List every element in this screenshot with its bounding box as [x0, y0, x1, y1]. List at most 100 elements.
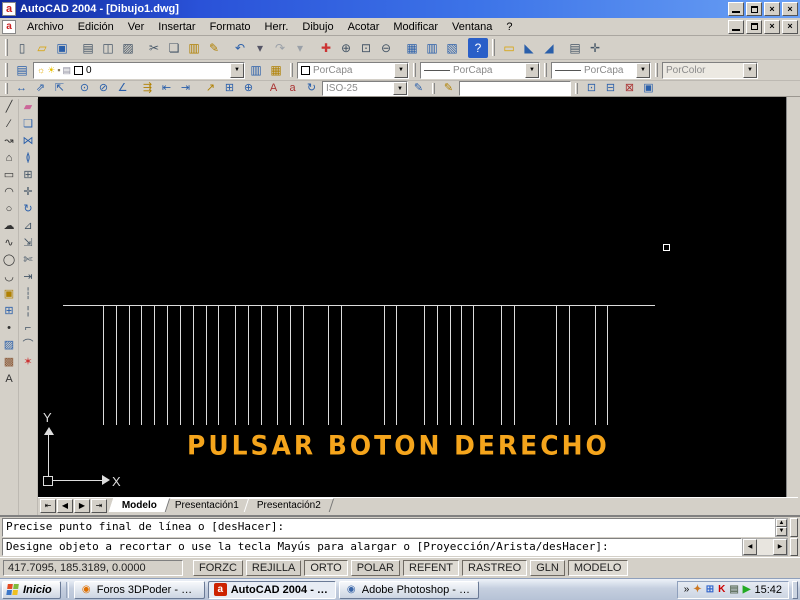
- tray-play-icon[interactable]: ▶: [743, 584, 751, 595]
- dim-radius-icon[interactable]: ⊙: [75, 81, 94, 96]
- dim-leader-icon[interactable]: ↗: [201, 81, 220, 96]
- command-hscrollbar[interactable]: ◀ ▶: [742, 537, 788, 556]
- start-button[interactable]: Inicio: [2, 580, 61, 599]
- menu-ventana[interactable]: Ventana: [445, 19, 499, 35]
- view-control-icon-1[interactable]: ⊡: [582, 81, 601, 96]
- dim-continue-icon[interactable]: ⇥: [176, 81, 195, 96]
- toggle-refent[interactable]: REFENT: [403, 560, 459, 576]
- dim-linear-icon[interactable]: ↔: [12, 81, 31, 96]
- toggle-rastreo[interactable]: RASTREO: [462, 560, 528, 576]
- menu-modificar[interactable]: Modificar: [386, 19, 445, 35]
- pan-realtime-icon[interactable]: ✚: [316, 38, 336, 58]
- tab-presentación2[interactable]: Presentación2: [243, 498, 335, 512]
- scroll-left-icon[interactable]: ◀: [743, 538, 757, 555]
- toggle-rejilla[interactable]: REJILLA: [245, 560, 302, 576]
- view-control-icon-2[interactable]: ⊟: [601, 81, 620, 96]
- menu-archivo[interactable]: Archivo: [20, 19, 71, 35]
- extend-icon[interactable]: ⇥: [19, 269, 37, 286]
- hatch-icon[interactable]: ▨: [0, 337, 18, 354]
- scale-icon[interactable]: ⊿: [19, 218, 37, 235]
- chamfer-icon[interactable]: ⌐: [19, 320, 37, 337]
- break-icon[interactable]: ¦: [19, 303, 37, 320]
- dim-angular-icon[interactable]: ∠: [113, 81, 132, 96]
- copy-clip-icon[interactable]: ❏: [164, 38, 184, 58]
- tray-printer-icon[interactable]: ▤: [729, 584, 738, 595]
- designcenter-icon[interactable]: ▥: [422, 38, 442, 58]
- document-icon[interactable]: a: [2, 19, 16, 34]
- coordinates-display[interactable]: 417.7095, 185.3189, 0.0000: [3, 560, 183, 576]
- tray-chevron-icon[interactable]: »: [684, 584, 690, 595]
- save-icon[interactable]: ▣: [52, 38, 72, 58]
- layer-plot-icon[interactable]: ▤: [63, 65, 72, 76]
- list-icon[interactable]: ▤: [565, 38, 585, 58]
- tab-modelo[interactable]: Modelo: [108, 498, 171, 512]
- layer-states-icon[interactable]: ▦: [266, 60, 286, 80]
- dim-text-edit-icon[interactable]: a: [283, 81, 302, 96]
- command-input[interactable]: Designe objeto a recortar o use la tecla…: [2, 537, 742, 556]
- mass-properties-icon[interactable]: ◢: [539, 38, 559, 58]
- revcloud-icon[interactable]: ☁: [0, 218, 18, 235]
- toolbar-grip[interactable]: [290, 62, 293, 78]
- menu-acotar[interactable]: Acotar: [341, 19, 387, 35]
- view-control-icon-4[interactable]: ▣: [639, 81, 658, 96]
- help-icon[interactable]: ?: [468, 37, 488, 58]
- undo-dropdown-icon[interactable]: ▾: [250, 38, 270, 58]
- trim-icon[interactable]: ✄: [19, 252, 37, 269]
- paste-icon[interactable]: ▥: [184, 38, 204, 58]
- dim-quick-icon[interactable]: ⇶: [138, 81, 157, 96]
- toolbar-grip[interactable]: [655, 62, 658, 78]
- tray-hand-icon[interactable]: ✦: [693, 584, 701, 595]
- menu-dibujo[interactable]: Dibujo: [295, 19, 340, 35]
- dim-aligned-icon[interactable]: ⇗: [31, 81, 50, 96]
- doc-close-button[interactable]: ×: [764, 19, 780, 34]
- area-icon[interactable]: ◣: [519, 38, 539, 58]
- dim-baseline-icon[interactable]: ⇤: [157, 81, 176, 96]
- menu-insertar[interactable]: Insertar: [151, 19, 202, 35]
- lineweight-combo[interactable]: PorCapa ▼: [551, 61, 651, 79]
- move-icon[interactable]: ✛: [19, 184, 37, 201]
- offset-icon[interactable]: ≬: [19, 150, 37, 167]
- drawing-canvas[interactable]: PULSAR BOTON DERECHO Y X: [38, 97, 786, 497]
- toolbar-grip[interactable]: [544, 62, 547, 78]
- toggle-orto[interactable]: ORTO: [304, 560, 348, 576]
- dim-diameter-icon[interactable]: ⊘: [94, 81, 113, 96]
- taskbar-edge[interactable]: [792, 580, 798, 599]
- autocad-app-icon[interactable]: a: [2, 2, 16, 16]
- polyline-icon[interactable]: ↝: [0, 133, 18, 150]
- plot-icon[interactable]: ▤: [78, 38, 98, 58]
- zoom-realtime-icon[interactable]: ⊕: [336, 38, 356, 58]
- dim-center-mark-icon[interactable]: ⊕: [239, 81, 258, 96]
- mirror-icon[interactable]: ⋈: [19, 133, 37, 150]
- locate-point-icon[interactable]: ✛: [585, 38, 605, 58]
- view-control-icon-3[interactable]: ⊠: [620, 81, 639, 96]
- polygon-icon[interactable]: ⌂: [0, 150, 18, 167]
- layer-on-icon[interactable]: ☼: [37, 65, 45, 76]
- properties-icon[interactable]: ▦: [402, 38, 422, 58]
- spline-icon[interactable]: ∿: [0, 235, 18, 252]
- dropdown-arrow-icon[interactable]: ▼: [636, 62, 650, 78]
- explode-icon[interactable]: ✶: [19, 354, 37, 371]
- toolbar-grip[interactable]: [492, 39, 495, 56]
- dim-style-combo[interactable]: ISO-25 ▼: [322, 81, 408, 96]
- menu-formato[interactable]: Formato: [203, 19, 258, 35]
- tab-nav-button-2[interactable]: ▶: [74, 499, 90, 513]
- fillet-icon[interactable]: ⌒: [19, 337, 37, 354]
- vertical-scrollbar[interactable]: [786, 97, 798, 497]
- command-history[interactable]: Precise punto final de línea o [desHacer…: [2, 518, 775, 537]
- layer-previous-icon[interactable]: ▥: [246, 60, 266, 80]
- layer-lock-icon[interactable]: ▪: [57, 65, 60, 76]
- dim-update-icon[interactable]: ↻: [302, 81, 321, 96]
- array-icon[interactable]: ⊞: [19, 167, 37, 184]
- close-button-edge[interactable]: ×: [782, 2, 798, 16]
- tab-nav-button-0[interactable]: ⇤: [40, 499, 56, 513]
- stretch-icon[interactable]: ⇲: [19, 235, 37, 252]
- layer-freeze-icon[interactable]: ☀: [47, 65, 55, 76]
- tray-network-icon[interactable]: ⊞: [706, 584, 714, 595]
- point-icon[interactable]: •: [0, 320, 18, 337]
- task-button[interactable]: ◉ Foros 3DPoder - Respon...: [73, 580, 205, 599]
- dropdown-arrow-icon[interactable]: ▼: [230, 62, 244, 78]
- dropdown-arrow-icon[interactable]: ▼: [394, 62, 408, 78]
- toolbar-grip[interactable]: [5, 39, 8, 56]
- color-combo[interactable]: PorCapa ▼: [297, 61, 409, 79]
- dropdown-arrow-icon[interactable]: ▼: [393, 82, 407, 95]
